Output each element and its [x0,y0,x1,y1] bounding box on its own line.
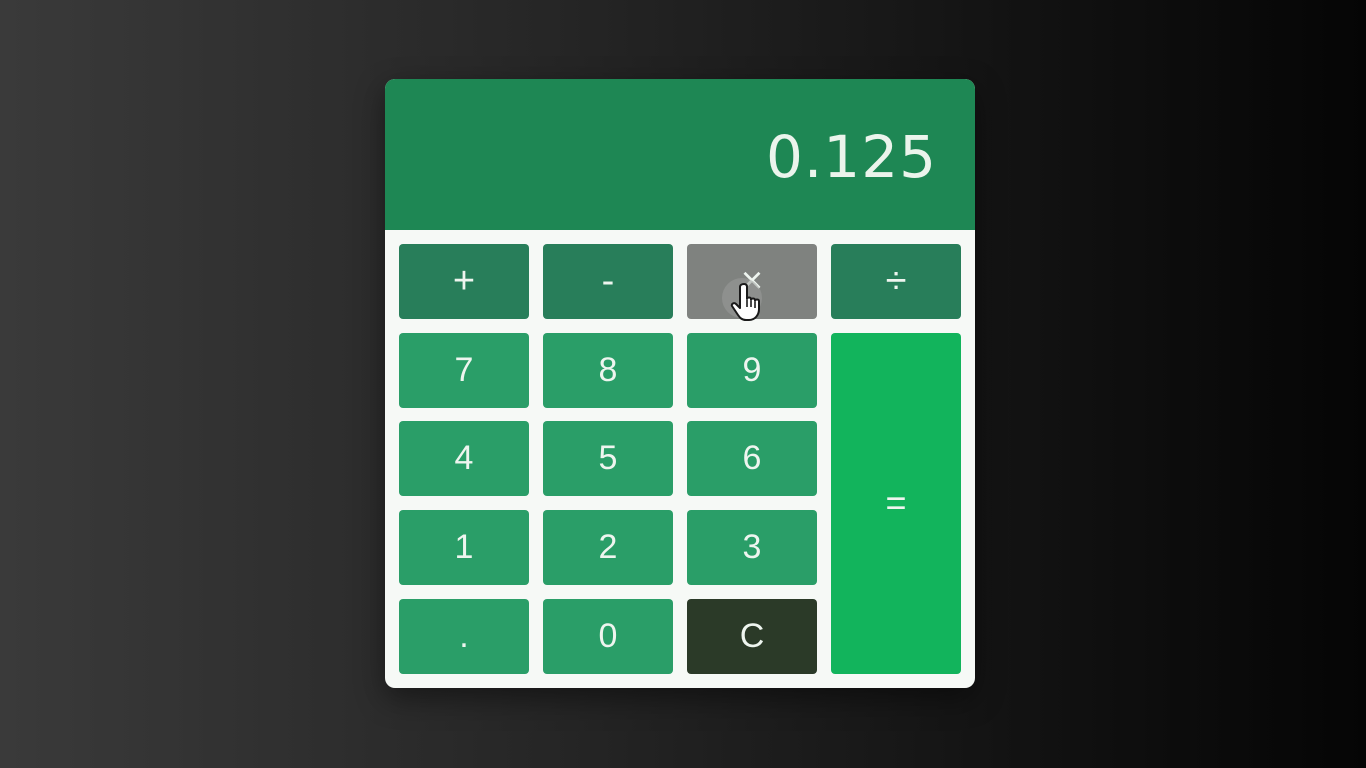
key-2[interactable]: 2 [543,510,673,586]
multiply-label: × [740,260,764,302]
subtract-button[interactable]: - [543,244,673,319]
add-button[interactable]: + [399,244,529,319]
calculator: 0.125 + - × ÷ 7 8 9 = 4 5 6 1 2 3 . 0 C [385,79,975,688]
key-0[interactable]: 0 [543,598,673,674]
key-3[interactable]: 3 [687,510,817,586]
display-value: 0.125 [765,122,937,191]
key-9[interactable]: 9 [687,332,817,408]
divide-button[interactable]: ÷ [831,244,961,319]
key-8[interactable]: 8 [543,332,673,408]
key-4[interactable]: 4 [399,421,529,497]
multiply-button[interactable]: × [687,244,817,321]
keypad: + - × ÷ 7 8 9 = 4 5 6 1 2 3 . 0 C [399,244,961,674]
display: 0.125 [385,79,975,230]
equals-button[interactable]: = [831,332,961,674]
key-5[interactable]: 5 [543,421,673,497]
decimal-button[interactable]: . [399,598,529,674]
key-1[interactable]: 1 [399,510,529,586]
key-6[interactable]: 6 [687,421,817,497]
key-7[interactable]: 7 [399,332,529,408]
clear-button[interactable]: C [687,598,817,674]
